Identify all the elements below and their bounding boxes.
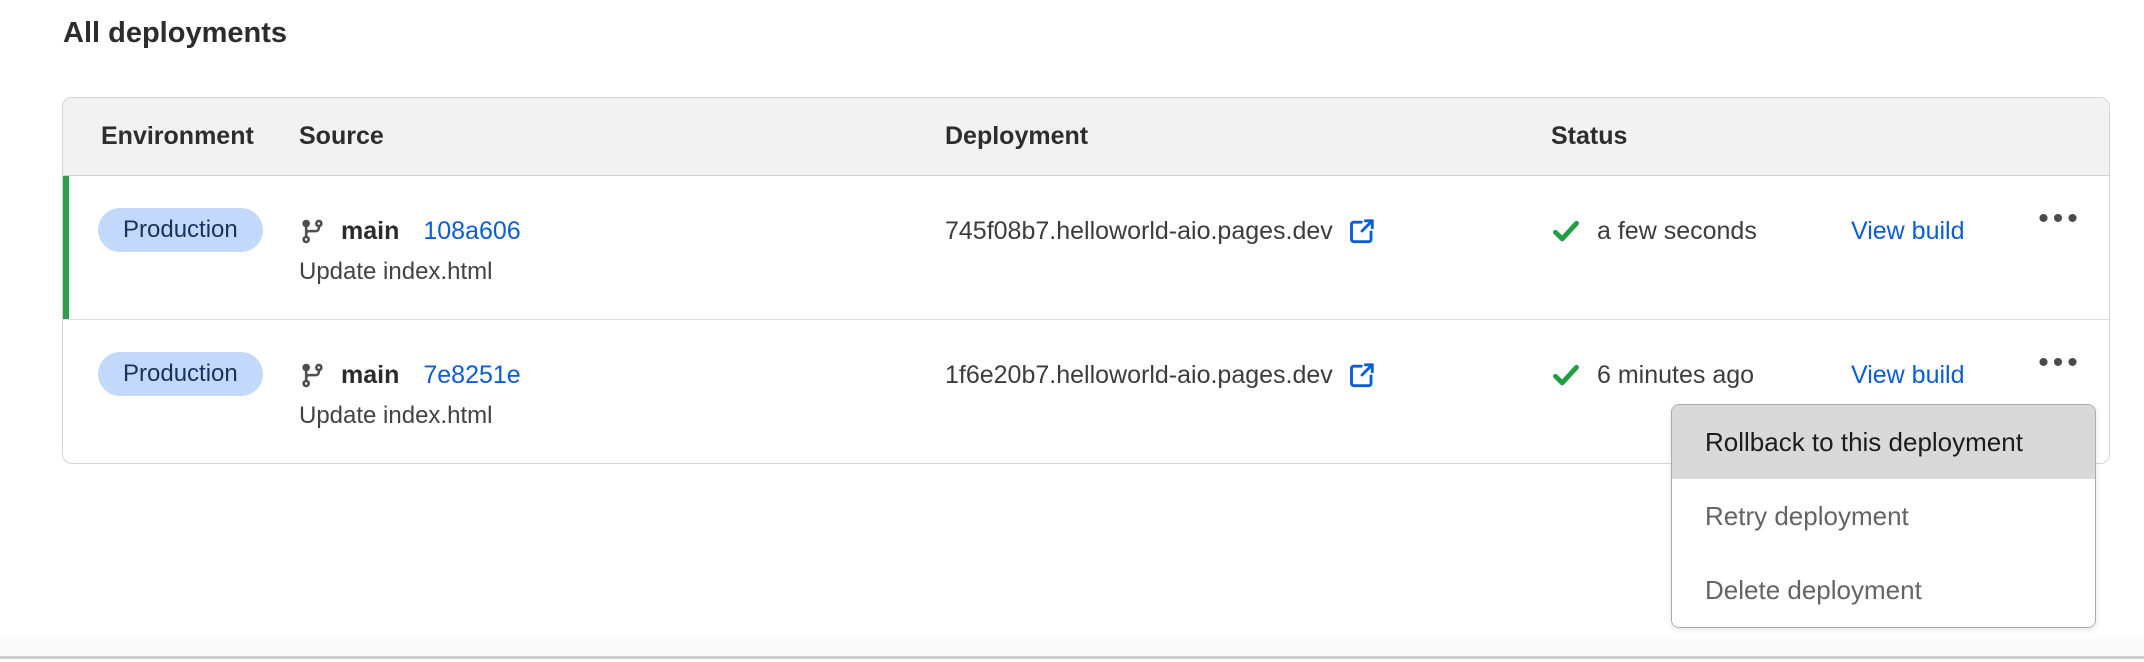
git-branch-icon bbox=[299, 218, 326, 245]
external-link-icon[interactable] bbox=[1347, 216, 1377, 246]
row-menu-cell: ••• bbox=[2011, 176, 2109, 319]
commit-link[interactable]: 7e8251e bbox=[423, 356, 520, 394]
menu-item-delete[interactable]: Delete deployment bbox=[1672, 553, 2095, 627]
view-build-link[interactable]: View build bbox=[1851, 217, 1965, 245]
kebab-menu-button[interactable]: ••• bbox=[2032, 344, 2088, 382]
view-build-cell: View build bbox=[1851, 176, 2011, 319]
commit-link[interactable]: 108a606 bbox=[423, 212, 520, 250]
column-header-environment: Environment bbox=[63, 122, 299, 151]
column-header-source: Source bbox=[299, 122, 945, 151]
environment-badge: Production bbox=[98, 352, 263, 396]
commit-message: Update index.html bbox=[299, 397, 945, 435]
table-row: Production main 108a606 Update index.htm… bbox=[63, 176, 2109, 319]
status-cell: a few seconds bbox=[1551, 176, 1851, 319]
deployment-url: 1f6e20b7.helloworld-aio.pages.dev bbox=[945, 356, 1333, 394]
branch-name: main bbox=[341, 212, 399, 250]
current-deployment-indicator-bar bbox=[63, 176, 69, 319]
column-header-deployment: Deployment bbox=[945, 122, 1551, 151]
check-icon bbox=[1551, 360, 1581, 390]
commit-message: Update index.html bbox=[299, 253, 945, 291]
deployment-cell: 745f08b7.helloworld-aio.pages.dev bbox=[945, 176, 1551, 319]
table-header-row: Environment Source Deployment Status bbox=[63, 98, 2109, 176]
status-text: 6 minutes ago bbox=[1597, 356, 1754, 394]
source-cell: main 108a606 Update index.html bbox=[299, 176, 945, 319]
column-header-status: Status bbox=[1551, 122, 1851, 151]
git-branch-icon bbox=[299, 362, 326, 389]
environment-cell: Production bbox=[63, 320, 299, 463]
source-cell: main 7e8251e Update index.html bbox=[299, 320, 945, 463]
environment-cell: Production bbox=[63, 176, 299, 319]
menu-item-retry[interactable]: Retry deployment bbox=[1672, 479, 2095, 553]
kebab-menu-button[interactable]: ••• bbox=[2032, 200, 2088, 238]
menu-item-rollback[interactable]: Rollback to this deployment bbox=[1672, 405, 2095, 479]
view-build-link[interactable]: View build bbox=[1851, 361, 1965, 389]
check-icon bbox=[1551, 216, 1581, 246]
page-title: All deployments bbox=[63, 17, 287, 50]
environment-badge: Production bbox=[98, 208, 263, 252]
deployment-cell: 1f6e20b7.helloworld-aio.pages.dev bbox=[945, 320, 1551, 463]
deployment-context-menu: Rollback to this deployment Retry deploy… bbox=[1671, 404, 2096, 628]
branch-name: main bbox=[341, 356, 399, 394]
status-text: a few seconds bbox=[1597, 212, 1757, 250]
bottom-divider bbox=[0, 639, 2144, 659]
deployment-url: 745f08b7.helloworld-aio.pages.dev bbox=[945, 212, 1333, 250]
external-link-icon[interactable] bbox=[1347, 360, 1377, 390]
